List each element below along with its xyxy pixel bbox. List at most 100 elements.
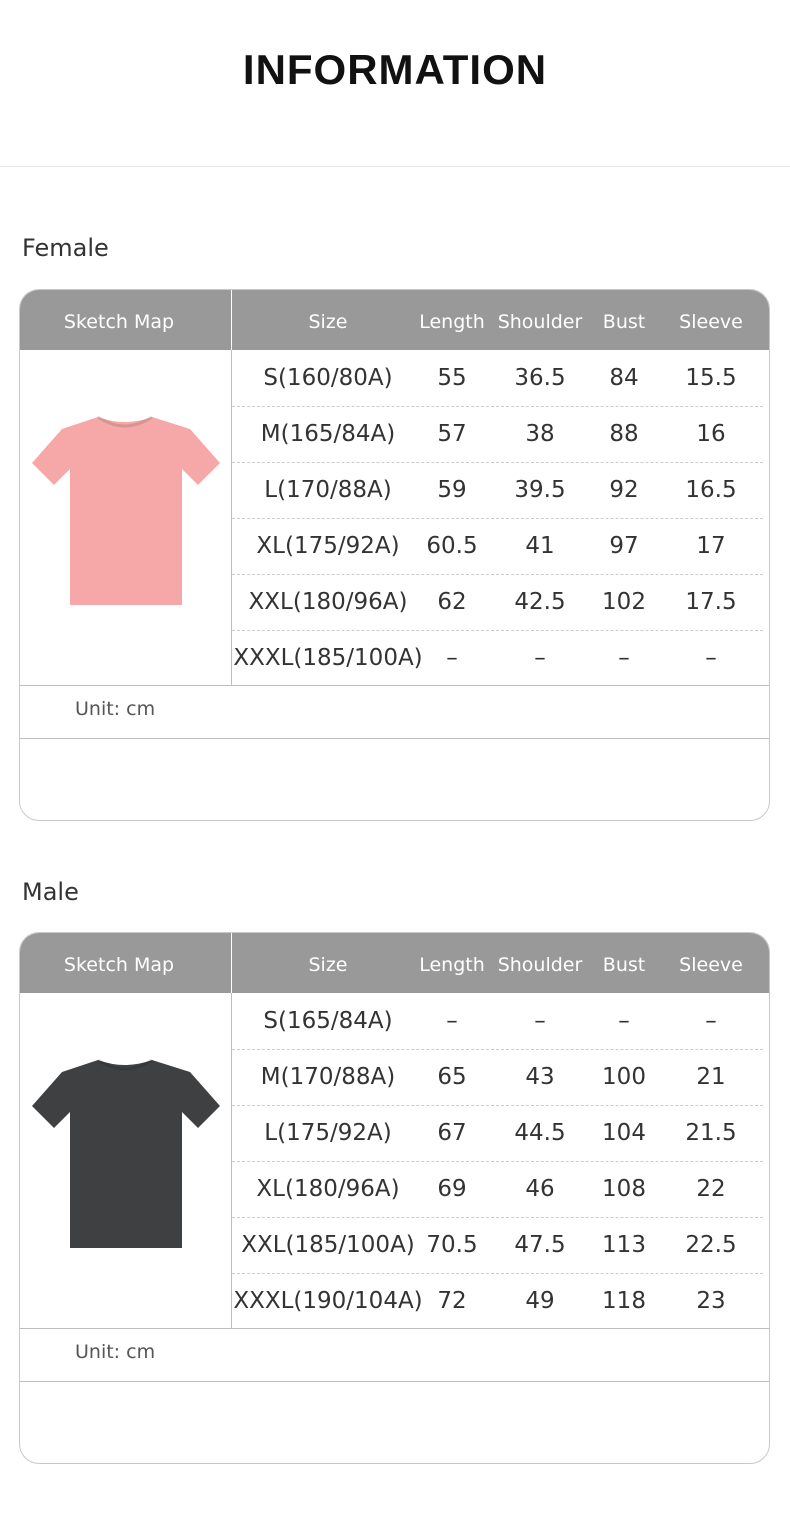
table-header: Sketch Map Size Length Shoulder Bust Sleeve <box>20 290 769 350</box>
cell-size: M(165/84A) <box>260 421 396 447</box>
cell-length: 69 <box>437 1176 467 1202</box>
table-row: M(170/88A) 65 43 100 21 <box>232 1049 763 1105</box>
cell-bust: 88 <box>609 421 639 447</box>
cell-size: XXXL(190/104A) <box>233 1288 423 1314</box>
cell-size: XXXL(185/100A) <box>233 645 423 671</box>
table-row: XXL(185/100A) 70.5 47.5 113 22.5 <box>232 1217 763 1273</box>
table-row: S(165/84A) – – – – <box>232 993 763 1049</box>
cell-shoulder: 43 <box>525 1064 555 1090</box>
cell-bust: 118 <box>602 1288 646 1314</box>
cell-sleeve: 22 <box>696 1176 726 1202</box>
table-divider <box>20 685 769 686</box>
cell-sleeve: 17.5 <box>685 589 737 615</box>
cell-size: XXL(180/96A) <box>248 589 408 615</box>
cell-shoulder: 49 <box>525 1288 555 1314</box>
cell-size: L(175/92A) <box>264 1120 392 1146</box>
cell-length: 55 <box>437 365 467 391</box>
header-sketch-map: Sketch Map <box>63 311 175 333</box>
cell-shoulder: 39.5 <box>514 477 566 503</box>
table-row: XXL(180/96A) 62 42.5 102 17.5 <box>232 574 763 630</box>
cell-size: M(170/88A) <box>260 1064 396 1090</box>
table-row: L(175/92A) 67 44.5 104 21.5 <box>232 1105 763 1161</box>
cell-size: S(165/84A) <box>263 1008 393 1034</box>
table-row: XXXL(190/104A) 72 49 118 23 <box>232 1273 763 1329</box>
header-sleeve: Sleeve <box>679 311 743 333</box>
cell-size: XL(175/92A) <box>256 533 400 559</box>
cell-shoulder: 41 <box>525 533 555 559</box>
header-shoulder: Shoulder <box>497 954 583 976</box>
header-length: Length <box>419 311 485 333</box>
cell-sleeve: – <box>705 1008 717 1034</box>
header-size: Size <box>308 311 348 333</box>
cell-length: – <box>446 645 458 671</box>
cell-bust: – <box>618 645 630 671</box>
cell-bust: 84 <box>609 365 639 391</box>
cell-sleeve: 21.5 <box>685 1120 737 1146</box>
cell-sleeve: 22.5 <box>685 1232 737 1258</box>
female-section-label: Female <box>22 234 109 262</box>
cell-bust: – <box>618 1008 630 1034</box>
male-size-table: Sketch Map Size Length Shoulder Bust Sleeve S(… <box>19 932 770 1464</box>
unit-note: Unit: cm <box>75 1341 156 1363</box>
table-row: XL(180/96A) 69 46 108 22 <box>232 1161 763 1217</box>
header-sketch-map: Sketch Map <box>63 954 175 976</box>
cell-length: 60.5 <box>426 533 478 559</box>
cell-length: 70.5 <box>426 1232 478 1258</box>
sketch-map-cell <box>20 350 231 685</box>
cell-length: 67 <box>437 1120 467 1146</box>
cell-shoulder: 42.5 <box>514 589 566 615</box>
cell-sleeve: 23 <box>696 1288 726 1314</box>
cell-sleeve: 21 <box>696 1064 726 1090</box>
cell-shoulder: 46 <box>525 1176 555 1202</box>
cell-shoulder: – <box>534 645 546 671</box>
header-sleeve: Sleeve <box>679 954 743 976</box>
unit-note: Unit: cm <box>75 698 156 720</box>
header-size: Size <box>308 954 348 976</box>
dark-gray-tshirt-icon <box>32 1058 220 1248</box>
cell-bust: 108 <box>602 1176 646 1202</box>
cell-length: 62 <box>437 589 467 615</box>
cell-size: S(160/80A) <box>263 365 393 391</box>
cell-length: – <box>446 1008 458 1034</box>
cell-sleeve: 16 <box>696 421 726 447</box>
table-header: Sketch Map Size Length Shoulder Bust Sleeve <box>20 933 769 993</box>
cell-shoulder: 38 <box>525 421 555 447</box>
cell-bust: 102 <box>602 589 646 615</box>
table-row: L(170/88A) 59 39.5 92 16.5 <box>232 462 763 518</box>
cell-bust: 100 <box>602 1064 646 1090</box>
table-row: M(165/84A) 57 38 88 16 <box>232 406 763 462</box>
header-length: Length <box>419 954 485 976</box>
cell-sleeve: 15.5 <box>685 365 737 391</box>
cell-length: 72 <box>437 1288 467 1314</box>
cell-length: 57 <box>437 421 467 447</box>
cell-size: XL(180/96A) <box>256 1176 400 1202</box>
cell-sleeve: 16.5 <box>685 477 737 503</box>
page-title: INFORMATION <box>242 46 548 93</box>
cell-sleeve: – <box>705 645 717 671</box>
table-row: XL(175/92A) 60.5 41 97 17 <box>232 518 763 574</box>
female-size-table: Sketch Map Size Length Shoulder Bust Sleeve S(… <box>19 289 770 821</box>
cell-bust: 97 <box>609 533 639 559</box>
table-row: XXXL(185/100A) – – – – <box>232 630 763 686</box>
table-divider <box>20 1328 769 1329</box>
cell-shoulder: 47.5 <box>514 1232 566 1258</box>
sketch-map-cell <box>20 993 231 1328</box>
cell-size: XXL(185/100A) <box>241 1232 415 1258</box>
header-bust: Bust <box>602 954 646 976</box>
table-divider <box>20 1381 769 1382</box>
header-divider <box>231 290 232 350</box>
cell-shoulder: 44.5 <box>514 1120 566 1146</box>
title-divider <box>0 166 790 167</box>
cell-size: L(170/88A) <box>264 477 392 503</box>
cell-sleeve: 17 <box>696 533 726 559</box>
male-section-label: Male <box>22 878 79 906</box>
table-divider <box>20 738 769 739</box>
header-divider <box>231 933 232 993</box>
cell-bust: 104 <box>602 1120 646 1146</box>
header-bust: Bust <box>602 311 646 333</box>
cell-length: 59 <box>437 477 467 503</box>
cell-bust: 113 <box>602 1232 646 1258</box>
table-row: S(160/80A) 55 36.5 84 15.5 <box>232 350 763 406</box>
cell-shoulder: – <box>534 1008 546 1034</box>
cell-length: 65 <box>437 1064 467 1090</box>
